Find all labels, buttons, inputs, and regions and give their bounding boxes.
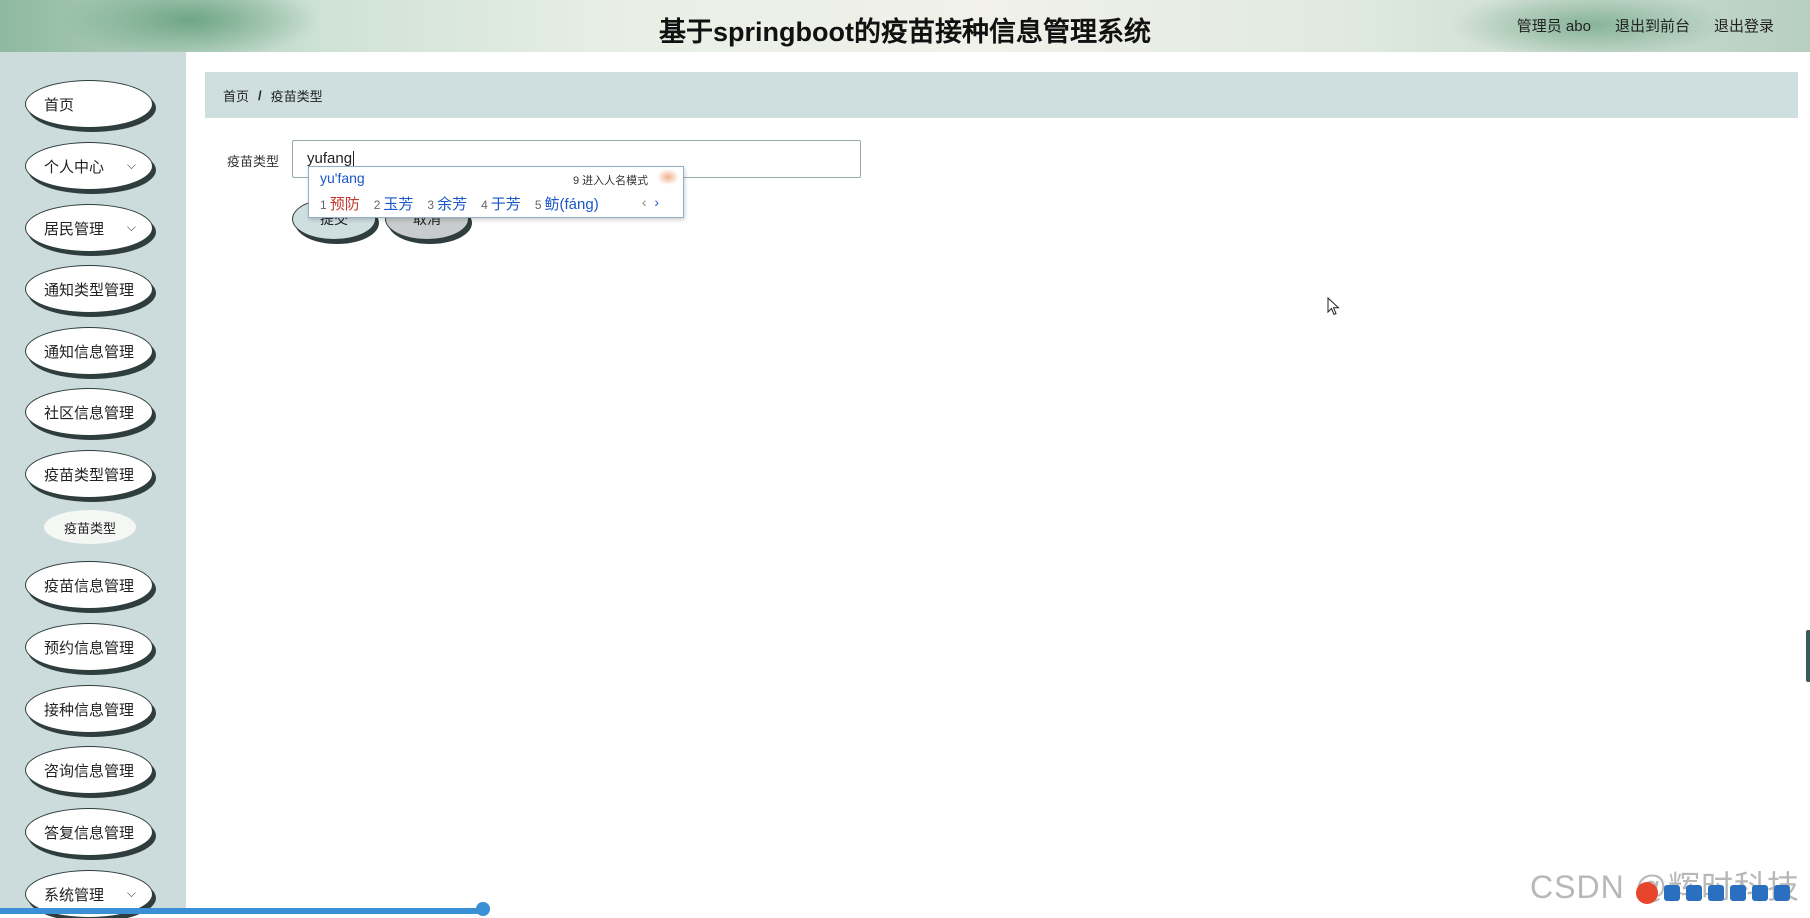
sidebar-item-vaccination-management[interactable]: 接种信息管理 bbox=[25, 685, 153, 733]
sogou-icon[interactable] bbox=[1636, 882, 1658, 904]
breadcrumb-separator: / bbox=[258, 87, 262, 103]
sidebar-item-vaccine-info-management[interactable]: 疫苗信息管理 bbox=[25, 561, 153, 609]
sidebar-item-label: 答复信息管理 bbox=[44, 824, 135, 842]
ime-candidate[interactable]: 4 于芳 bbox=[481, 193, 521, 214]
skin-icon[interactable] bbox=[1752, 885, 1768, 901]
scrollbar-handle[interactable] bbox=[1806, 630, 1810, 682]
chevron-down-icon: ⌵ bbox=[126, 158, 136, 172]
punctuation-icon[interactable] bbox=[1686, 885, 1702, 901]
ime-prev-page[interactable]: ‹ bbox=[642, 194, 647, 210]
microphone-icon[interactable] bbox=[1708, 885, 1724, 901]
sidebar-item-notice-info-management[interactable]: 通知信息管理 bbox=[25, 327, 153, 375]
chevron-down-icon: ⌵ bbox=[126, 886, 136, 900]
ime-page-arrows: ‹ › bbox=[642, 194, 659, 210]
breadcrumb-home[interactable]: 首页 bbox=[223, 86, 249, 105]
exit-to-front-link[interactable]: 退出到前台 bbox=[1615, 15, 1690, 36]
sidebar-item-label: 首页 bbox=[44, 96, 75, 114]
text-caret bbox=[353, 151, 355, 168]
toolbox-icon[interactable] bbox=[1774, 885, 1790, 901]
sidebar-item-appointment-management[interactable]: 预约信息管理 bbox=[25, 623, 153, 671]
sidebar-item-notice-type-management[interactable]: 通知类型管理 bbox=[25, 265, 153, 313]
sidebar-item-reply-management[interactable]: 答复信息管理 bbox=[25, 808, 153, 856]
sidebar-item-personal-center[interactable]: 个人中心 ⌵ bbox=[25, 142, 153, 190]
sidebar-item-label: 疫苗信息管理 bbox=[44, 577, 135, 595]
sidebar-subitem-label: 疫苗类型 bbox=[63, 520, 116, 536]
sidebar-item-vaccine-type-management[interactable]: 疫苗类型管理 bbox=[25, 450, 153, 498]
vaccine-type-label: 疫苗类型 bbox=[227, 154, 280, 169]
ime-hint[interactable]: 9 进入人名模式 bbox=[573, 172, 648, 188]
ime-next-page[interactable]: › bbox=[654, 194, 659, 210]
sidebar-item-label: 疫苗类型管理 bbox=[44, 466, 135, 484]
top-header: 基于springboot的疫苗接种信息管理系统 管理员 abo 退出到前台 退出… bbox=[0, 0, 1810, 52]
sidebar-item-resident-management[interactable]: 居民管理 ⌵ bbox=[25, 204, 153, 252]
user-area: 管理员 abo 退出到前台 退出登录 bbox=[1517, 15, 1774, 36]
input-value: yufang bbox=[307, 150, 353, 167]
ime-decoration bbox=[657, 169, 679, 185]
sidebar-item-label: 通知信息管理 bbox=[44, 343, 135, 361]
breadcrumb: 首页 / 疫苗类型 bbox=[205, 72, 1798, 118]
sidebar-subitem-vaccine-type[interactable]: 疫苗类型 bbox=[44, 510, 136, 544]
ime-candidate[interactable]: 3 余芳 bbox=[427, 193, 467, 214]
ime-candidate-popup: yu'fang 9 进入人名模式 1 预防 2 玉芳 3 余芳 4 于芳 5 鲂(fáng… bbox=[308, 166, 684, 218]
ime-candidate[interactable]: 1 预防 bbox=[320, 193, 360, 214]
sidebar-item-label: 社区信息管理 bbox=[44, 404, 135, 422]
sidebar-item-label: 通知类型管理 bbox=[44, 281, 135, 299]
ime-tray bbox=[1636, 882, 1790, 904]
sidebar-item-label: 个人中心 bbox=[44, 158, 105, 176]
ime-candidates: 1 预防 2 玉芳 3 余芳 4 于芳 5 鲂(fáng) bbox=[320, 193, 599, 214]
keyboard-icon[interactable] bbox=[1730, 885, 1746, 901]
sidebar-item-home[interactable]: 首页 bbox=[25, 80, 153, 128]
sidebar-item-community-info-management[interactable]: 社区信息管理 bbox=[25, 388, 153, 436]
chinese-mode-icon[interactable] bbox=[1664, 885, 1680, 901]
sidebar-item-label: 居民管理 bbox=[44, 220, 105, 238]
ime-candidate[interactable]: 2 玉芳 bbox=[374, 193, 414, 214]
breadcrumb-current: 疫苗类型 bbox=[270, 88, 323, 104]
chevron-down-icon: ⌵ bbox=[126, 220, 136, 234]
mouse-cursor-icon bbox=[1327, 297, 1340, 316]
sidebar-item-consultation-management[interactable]: 咨询信息管理 bbox=[25, 746, 153, 794]
ime-pinyin: yu'fang bbox=[320, 170, 365, 186]
sidebar-item-label: 咨询信息管理 bbox=[44, 762, 135, 780]
logout-link[interactable]: 退出登录 bbox=[1714, 15, 1774, 36]
sidebar-item-label: 预约信息管理 bbox=[44, 639, 135, 657]
sidebar: 首页 个人中心 ⌵ 居民管理 ⌵ 通知类型管理 通知信息管理 社区信息管理 疫苗… bbox=[0, 52, 186, 918]
ime-candidate[interactable]: 5 鲂(fáng) bbox=[535, 193, 599, 214]
sidebar-item-label: 系统管理 bbox=[44, 886, 105, 904]
page-loading-bar bbox=[0, 902, 490, 916]
current-user: 管理员 abo bbox=[1516, 18, 1591, 35]
sidebar-item-label: 接种信息管理 bbox=[44, 701, 135, 719]
